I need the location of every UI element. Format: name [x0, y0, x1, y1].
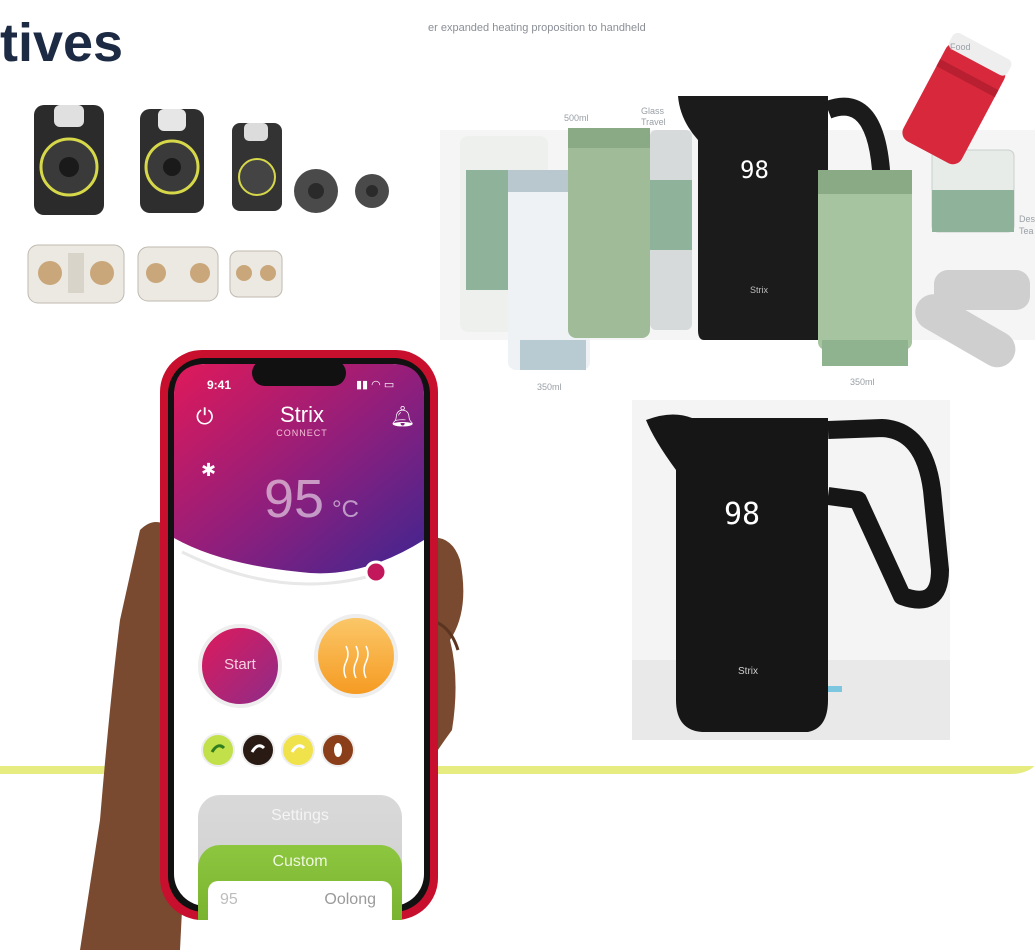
slide-title: tives	[0, 13, 124, 73]
kettle-image: 98 Strix	[632, 400, 950, 740]
label-travel: Travel	[641, 117, 666, 127]
product-family-image: 98 Strix	[440, 32, 1035, 370]
ceramic-part-2	[137, 246, 219, 302]
control-part-2	[140, 109, 204, 213]
label-food: Food	[950, 42, 971, 52]
label-500ml: 500ml	[564, 113, 589, 123]
black-tea-icon[interactable]	[243, 734, 275, 766]
status-signal-icon: ▮▮ ◠ ▭	[356, 379, 395, 391]
ceramic-part-1	[27, 244, 125, 304]
bell-icon[interactable]: 🔔︎	[390, 404, 415, 429]
settings-label: Settings	[271, 807, 329, 824]
coffee-icon[interactable]	[323, 734, 355, 766]
green-tea-icon[interactable]	[203, 734, 235, 766]
label-350ml-left: 350ml	[537, 382, 562, 392]
custom-panel[interactable]: Custom 95 Oolong	[198, 845, 402, 921]
label-350ml-right: 350ml	[850, 377, 875, 387]
control-part-3	[232, 123, 282, 211]
kettle-display: 98	[724, 497, 760, 532]
thermostat-components-image	[27, 105, 389, 304]
start-button[interactable]: Start	[205, 656, 275, 673]
kettle-brand: Strix	[738, 666, 758, 677]
white-tea-icon[interactable]	[283, 734, 315, 766]
label-tea: Tea	[1019, 226, 1034, 236]
label-glass: Glass	[641, 106, 665, 116]
label-des: Des	[1019, 214, 1035, 224]
family-kettle-display: 98	[740, 156, 769, 184]
custom-temp: 95	[220, 891, 238, 908]
temperature-value: 95	[264, 469, 325, 529]
status-time: 9:41	[207, 378, 232, 392]
steam-button[interactable]	[316, 616, 396, 696]
custom-label: Custom	[272, 853, 328, 870]
app-subtitle: CONNECT	[276, 428, 328, 438]
temperature-unit: °C	[332, 496, 359, 523]
power-icon[interactable]: ⏻	[196, 404, 213, 430]
app-name: Strix	[280, 402, 324, 427]
custom-row[interactable]: 95 Oolong	[208, 881, 392, 921]
ceramic-part-3	[229, 250, 283, 298]
bluetooth-icon[interactable]: ✱	[201, 460, 216, 481]
control-part-1	[34, 105, 104, 215]
custom-tea: Oolong	[324, 891, 376, 908]
family-kettle-brand: Strix	[750, 285, 769, 295]
